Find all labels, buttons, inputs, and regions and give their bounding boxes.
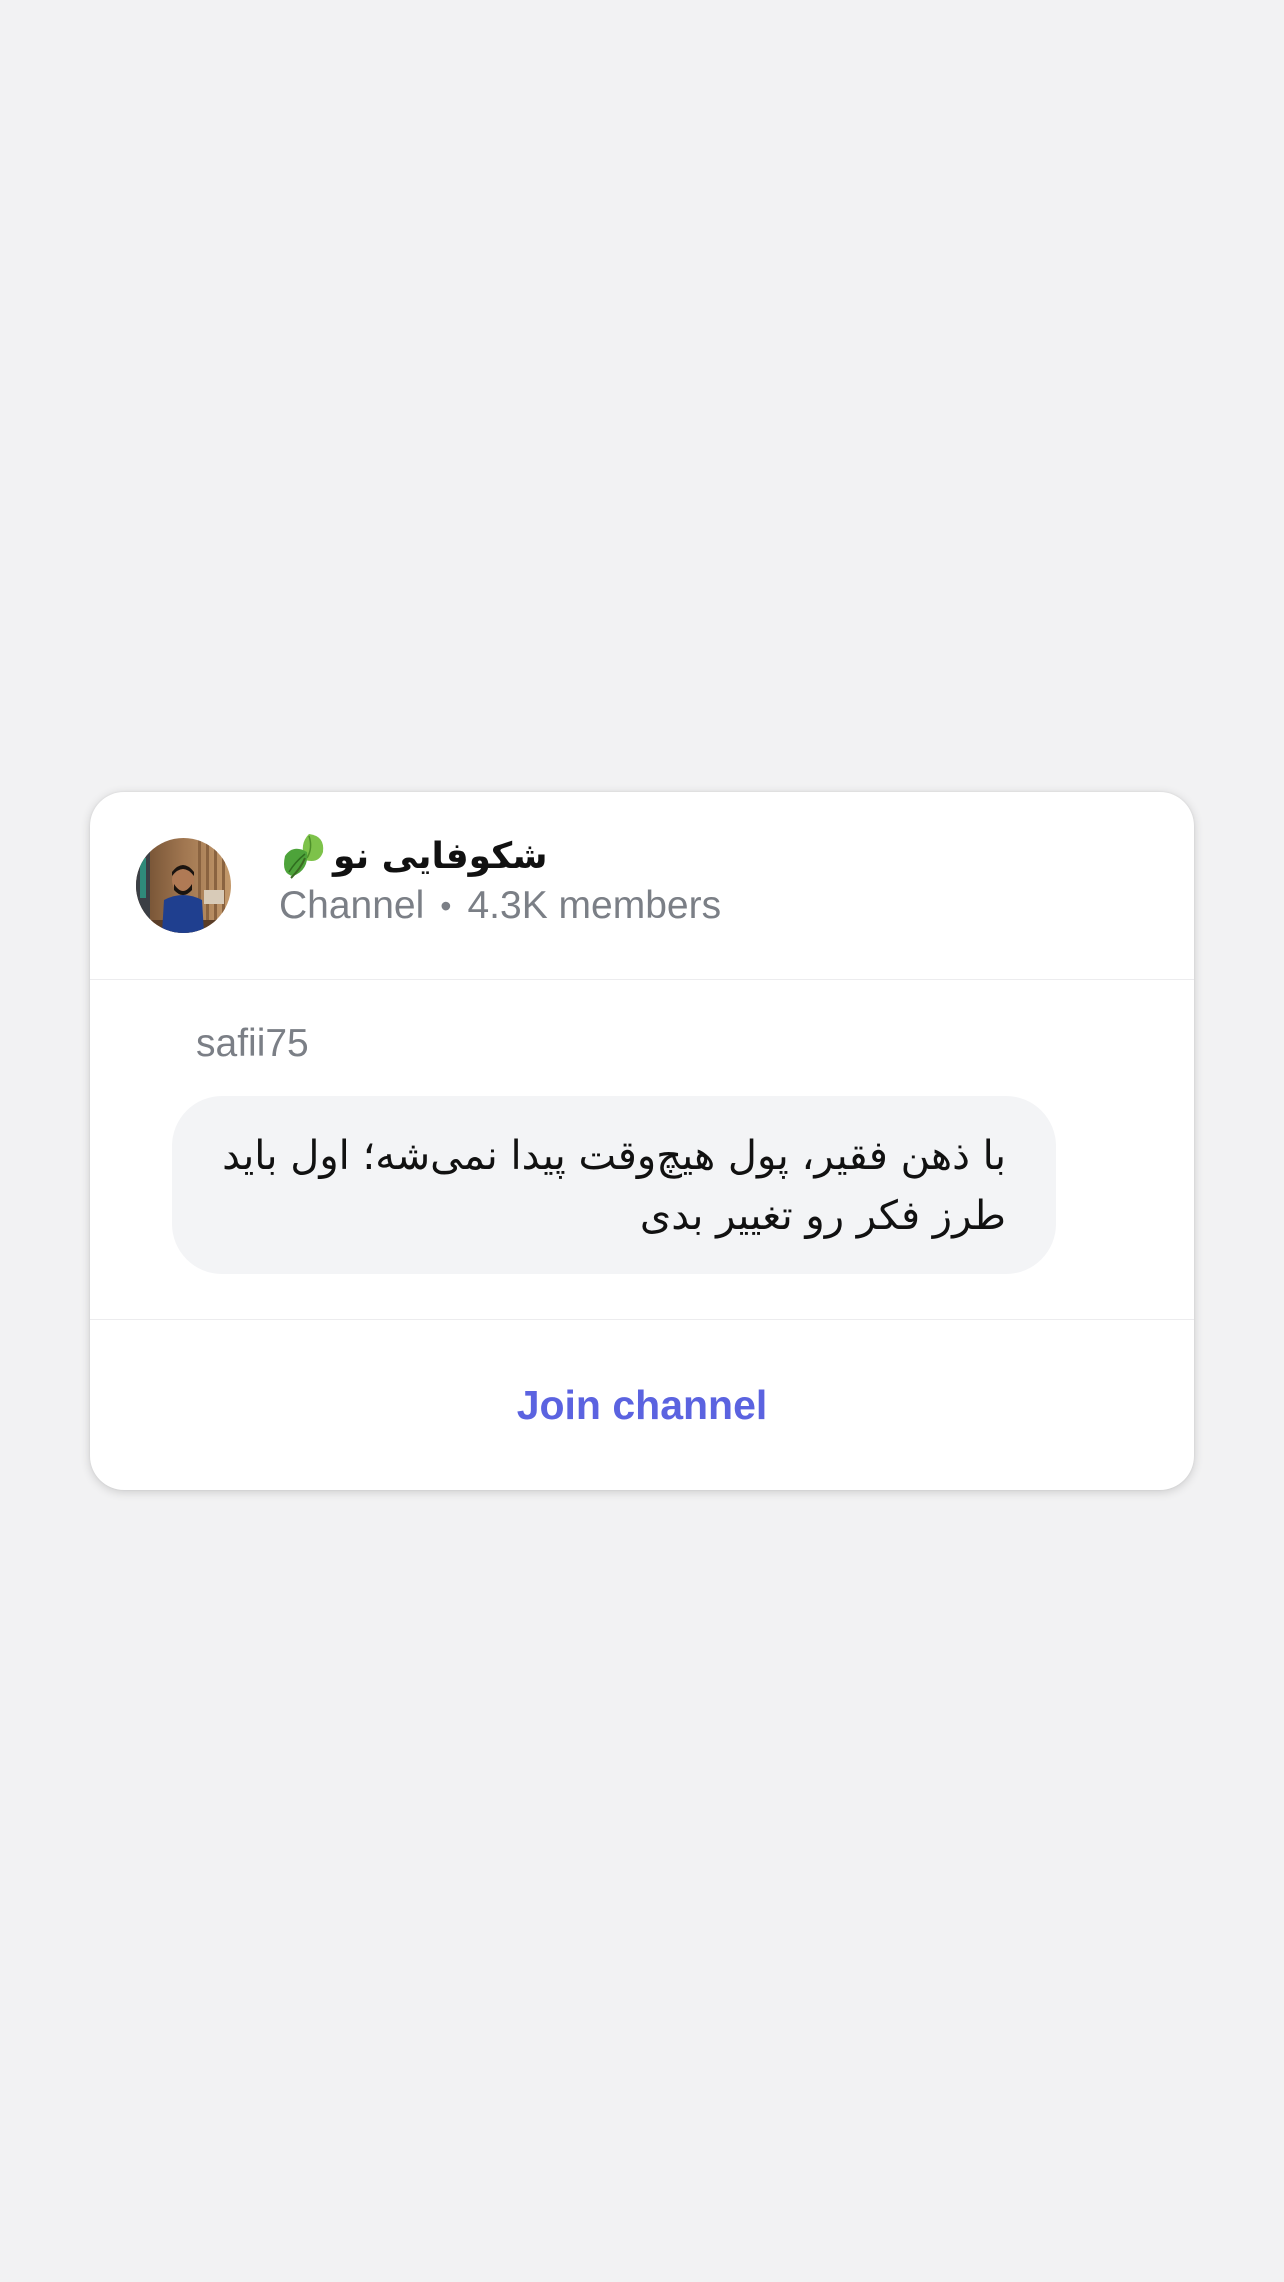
- join-channel-button[interactable]: Join channel: [90, 1320, 1194, 1490]
- header-divider: [90, 979, 1194, 980]
- channel-header: شکوفایی نو Channel • 4.3K members: [90, 792, 1194, 979]
- channel-title: شکوفایی نو: [333, 835, 548, 877]
- channel-avatar[interactable]: [136, 838, 231, 933]
- post-author: safii75: [196, 1022, 309, 1065]
- separator-dot: •: [440, 887, 452, 924]
- channel-preview-card: شکوفایی نو Channel • 4.3K members safii7…: [90, 792, 1194, 1490]
- message-bubble: با ذهن فقیر، پول هیچ‌وقت پیدا نمی‌شه؛ او…: [172, 1096, 1056, 1274]
- join-channel-label: Join channel: [516, 1381, 768, 1428]
- channel-subtitle: Channel • 4.3K members: [279, 884, 721, 928]
- member-count: 4.3K members: [467, 884, 722, 927]
- leaf-icon: [279, 830, 327, 882]
- channel-type-label: Channel: [279, 884, 425, 927]
- message-text: با ذهن فقیر، پول هیچ‌وقت پیدا نمی‌شه؛ او…: [222, 1133, 1006, 1239]
- channel-title-row: شکوفایی نو: [279, 828, 548, 884]
